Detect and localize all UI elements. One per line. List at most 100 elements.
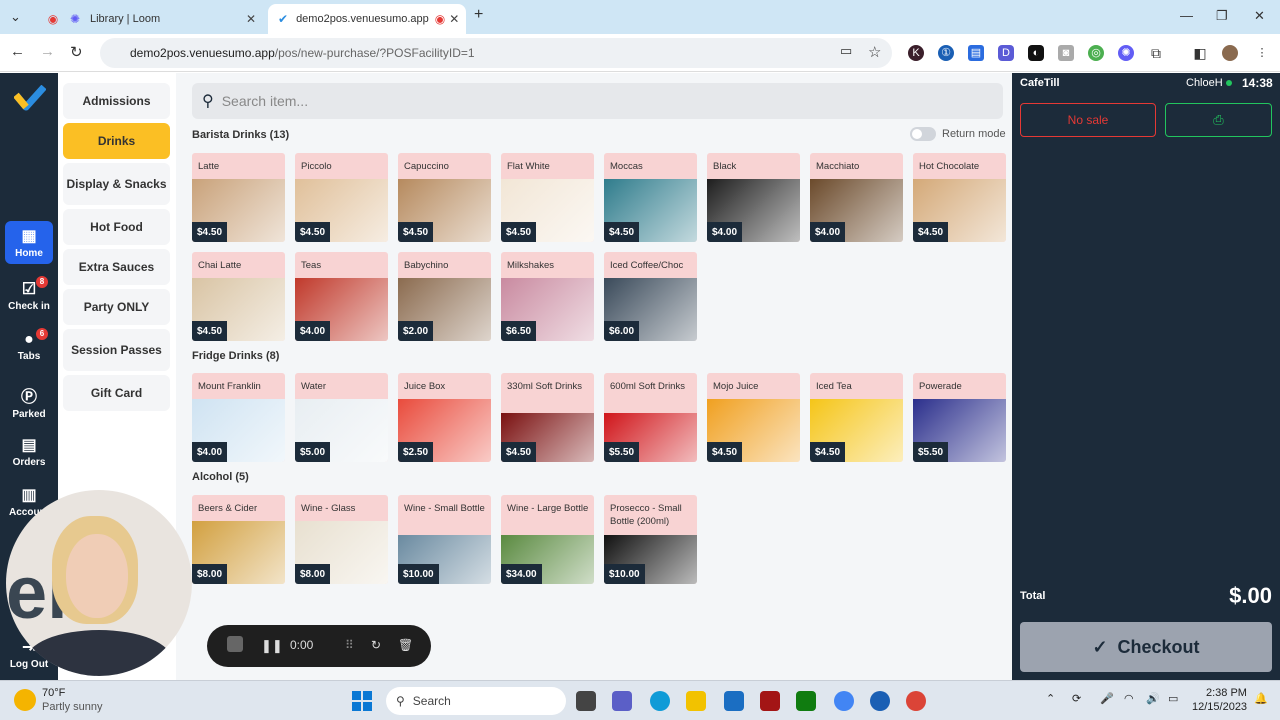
pause-icon[interactable]: ❚❚ [261, 638, 283, 654]
extension-camera-icon[interactable]: ◙ [1058, 45, 1074, 61]
category-extra-sauces[interactable]: Extra Sauces [63, 249, 170, 285]
product-card[interactable]: Milkshakes $6.50 [501, 252, 594, 341]
address-bar[interactable]: demo2pos.venuesumo.app/pos/new-purchase/… [100, 38, 892, 68]
product-card[interactable]: Wine - Small Bottle $10.00 [398, 495, 491, 584]
no-sale-button[interactable]: No sale [1020, 103, 1156, 137]
mail-icon[interactable] [724, 691, 744, 711]
extensions-puzzle-icon[interactable]: ⧉ [1148, 45, 1164, 61]
extension-loom-icon[interactable]: ✺ [1118, 45, 1134, 61]
microphone-icon[interactable]: 🎤 [1100, 692, 1114, 705]
category-drinks[interactable]: Drinks [63, 123, 170, 159]
category-gift-card[interactable]: Gift Card [63, 375, 170, 411]
checkout-button[interactable]: ✓ Checkout [1020, 622, 1272, 672]
nav-check-in[interactable]: ☑ 8 Check in [0, 276, 58, 312]
edge-icon[interactable] [650, 691, 670, 711]
restart-icon[interactable]: ↻ [371, 638, 381, 652]
extension-k-icon[interactable]: K [908, 45, 924, 61]
extension-1password-icon[interactable]: ① [938, 45, 954, 61]
product-card[interactable]: Wine - Glass $8.00 [295, 495, 388, 584]
product-card[interactable]: Black $4.00 [707, 153, 800, 242]
close-window-icon[interactable]: ✕ [1254, 8, 1265, 24]
product-card[interactable]: Capuccino $4.50 [398, 153, 491, 242]
nav-home[interactable]: ▦ Home [5, 221, 53, 264]
extension-toggle-icon[interactable]: ◐ [1028, 45, 1044, 61]
sidebar-icon[interactable]: ◧ [1192, 45, 1208, 61]
category-session-passes[interactable]: Session Passes [63, 329, 170, 371]
category-display-snacks[interactable]: Display & Snacks [63, 163, 170, 205]
product-card[interactable]: Iced Tea $4.50 [810, 373, 903, 462]
till-name: CafeTill [1020, 77, 1060, 89]
minimize-icon[interactable]: — [1180, 8, 1193, 23]
extension-doc-icon[interactable]: ▤ [968, 45, 984, 61]
tab-loom[interactable]: ◉ ✺ Library | Loom ✕ [36, 4, 266, 34]
product-card[interactable]: 600ml Soft Drinks $5.50 [604, 373, 697, 462]
product-card[interactable]: Moccas $4.50 [604, 153, 697, 242]
task-view-icon[interactable] [576, 691, 596, 711]
tab-venuesumo[interactable]: ✔ demo2pos.venuesumo.app ◉ ✕ [268, 4, 466, 34]
product-card[interactable]: Hot Chocolate $4.50 [913, 153, 1006, 242]
1password-icon[interactable] [870, 691, 890, 711]
product-card[interactable]: Juice Box $2.50 [398, 373, 491, 462]
print-button[interactable]: ⎙ [1165, 103, 1272, 137]
product-card[interactable]: Mojo Juice $4.50 [707, 373, 800, 462]
product-card[interactable]: Teas $4.00 [295, 252, 388, 341]
extension-d-icon[interactable]: D [998, 45, 1014, 61]
bookmark-star-icon[interactable]: ☆ [868, 43, 881, 61]
notifications-icon[interactable]: 🔔 [1254, 692, 1268, 705]
forward-icon[interactable]: → [40, 43, 55, 60]
product-card[interactable]: Latte $4.50 [192, 153, 285, 242]
teams-icon[interactable] [612, 691, 632, 711]
camera-icon[interactable]: ▭ [840, 43, 852, 59]
wifi-icon[interactable]: ◠ [1124, 692, 1134, 705]
product-card[interactable]: 330ml Soft Drinks $4.50 [501, 373, 594, 462]
battery-icon[interactable]: ▭ [1168, 692, 1178, 705]
product-card[interactable]: Beers & Cider $8.00 [192, 495, 285, 584]
product-card[interactable]: Chai Latte $4.50 [192, 252, 285, 341]
product-card[interactable]: Powerade $5.50 [913, 373, 1006, 462]
product-card[interactable]: Prosecco - Small Bottle (200ml) $10.00 [604, 495, 697, 584]
taskbar-search[interactable]: ⚲ Search [386, 687, 566, 715]
product-card[interactable]: Macchiato $4.00 [810, 153, 903, 242]
new-tab-icon[interactable]: + [474, 6, 483, 24]
volume-icon[interactable]: 🔊 [1146, 692, 1160, 705]
profile-avatar[interactable] [1222, 45, 1238, 61]
close-icon[interactable]: ✕ [246, 12, 256, 26]
windows-start-icon[interactable] [352, 691, 372, 711]
maximize-icon[interactable]: ❐ [1216, 8, 1228, 24]
chrome-icon[interactable] [834, 691, 854, 711]
return-mode-toggle[interactable]: Return mode [910, 127, 1006, 141]
tray-chevron-icon[interactable]: ⌃ [1046, 692, 1055, 705]
tab-search-icon[interactable]: ⌄ [10, 9, 21, 25]
online-status-dot [1225, 80, 1232, 86]
nav-label: Check in [8, 301, 50, 312]
reload-icon[interactable]: ↻ [70, 43, 83, 61]
product-card[interactable]: Babychino $2.00 [398, 252, 491, 341]
menu-dots-icon[interactable]: ⋮ [1254, 45, 1270, 61]
sync-icon[interactable]: ⟳ [1072, 692, 1081, 705]
app-red-icon[interactable] [760, 691, 780, 711]
product-card[interactable]: Wine - Large Bottle $34.00 [501, 495, 594, 584]
category-party-only[interactable]: Party ONLY [63, 289, 170, 325]
chrome-profile-icon[interactable] [906, 691, 926, 711]
weather-icon[interactable] [14, 689, 36, 711]
stop-icon[interactable] [227, 636, 243, 652]
file-explorer-icon[interactable] [686, 691, 706, 711]
back-icon[interactable]: ← [10, 43, 25, 60]
extension-color-icon[interactable]: ◎ [1088, 45, 1104, 61]
xbox-icon[interactable] [796, 691, 816, 711]
nav-parked[interactable]: Ⓟ Parked [0, 383, 58, 420]
trash-icon[interactable]: 🗑 [398, 638, 413, 652]
category-admissions[interactable]: Admissions [63, 83, 170, 119]
product-card[interactable]: Water $5.00 [295, 373, 388, 462]
category-hot-food[interactable]: Hot Food [63, 209, 170, 245]
product-card[interactable]: Flat White $4.50 [501, 153, 594, 242]
nav-orders[interactable]: ▤ Orders [0, 435, 58, 468]
toggle-switch[interactable] [910, 127, 936, 141]
nav-tabs[interactable]: ● 6 Tabs [0, 328, 58, 362]
product-card[interactable]: Iced Coffee/Choc $6.00 [604, 252, 697, 341]
product-card[interactable]: Piccolo $4.50 [295, 153, 388, 242]
drag-handle-icon[interactable]: ⠿ [345, 638, 354, 652]
search-input[interactable]: ⚲ Search item... [192, 83, 1003, 119]
close-icon[interactable]: ✕ [449, 12, 459, 26]
product-card[interactable]: Mount Franklin $4.00 [192, 373, 285, 462]
